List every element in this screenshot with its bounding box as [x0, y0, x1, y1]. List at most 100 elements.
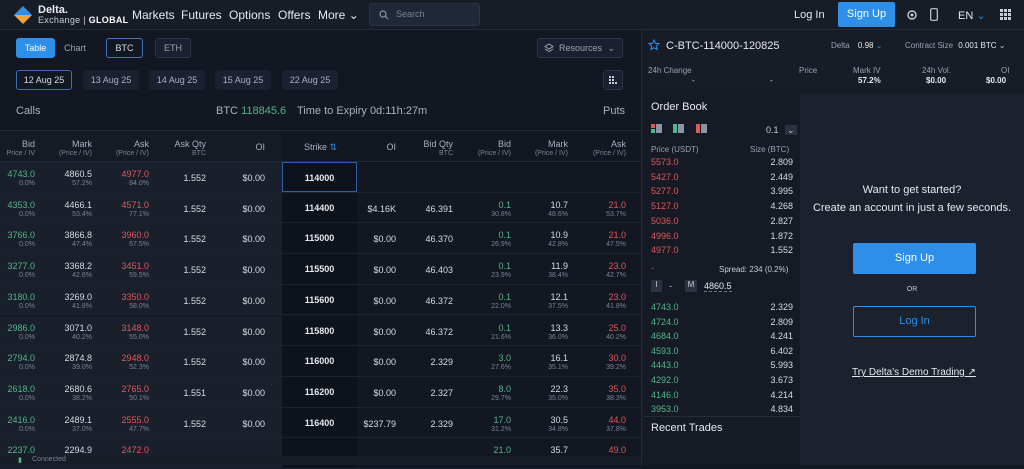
- book-asks-icon[interactable]: [696, 124, 707, 134]
- call-oi-cell[interactable]: $0.00: [242, 173, 265, 183]
- put-bid-cell[interactable]: 0.1 26.9%: [491, 230, 511, 250]
- call-bid-cell[interactable]: 3180.0 0.0%: [7, 292, 35, 312]
- put-bid-cell[interactable]: 17.0 31.2%: [491, 415, 511, 435]
- expiry-date-tab[interactable]: 22 Aug 25: [282, 70, 338, 90]
- expiry-date-tab[interactable]: 12 Aug 25: [16, 70, 72, 90]
- call-ask-qty-cell[interactable]: 1.552: [183, 234, 206, 244]
- table-row[interactable]: 114000 4743.0 0.0% 4860.5 57.2% 4977.0 84.0% 1.…: [0, 162, 641, 193]
- expiry-date-tab[interactable]: 15 Aug 25: [215, 70, 271, 90]
- put-ask-cell[interactable]: 35.0 38.3%: [606, 384, 626, 404]
- call-mark-cell[interactable]: 2680.6 38.2%: [64, 384, 92, 404]
- call-ask-qty-cell[interactable]: 1.552: [183, 296, 206, 306]
- put-ask-cell[interactable]: 21.0 47.5%: [606, 230, 626, 250]
- call-oi-cell[interactable]: $0.00: [242, 357, 265, 367]
- col-strike[interactable]: Strike ⇅: [304, 142, 337, 152]
- put-ask-cell[interactable]: 25.0 40.2%: [606, 323, 626, 343]
- put-oi-cell[interactable]: $0.00: [373, 327, 396, 337]
- put-ask-cell[interactable]: 23.0 42.7%: [606, 261, 626, 281]
- strike-cell[interactable]: 116400: [282, 407, 357, 438]
- col-ask[interactable]: Ask (Price / IV): [116, 139, 149, 159]
- nav-futures[interactable]: Futures: [181, 8, 222, 22]
- put-bid-qty-cell[interactable]: 2.327: [430, 388, 453, 398]
- call-bid-cell[interactable]: 2794.0 0.0%: [7, 353, 35, 373]
- book-both-icon[interactable]: [651, 124, 662, 134]
- call-oi-cell[interactable]: $0.00: [242, 419, 265, 429]
- call-ask-cell[interactable]: 3451.0 59.5%: [121, 261, 149, 281]
- put-bid-cell[interactable]: 0.1 21.6%: [491, 323, 511, 343]
- call-ask-qty-cell[interactable]: 1.552: [183, 173, 206, 183]
- call-mark-cell[interactable]: 3269.0 41.8%: [64, 292, 92, 312]
- call-ask-cell[interactable]: 2472.0: [121, 445, 149, 455]
- call-bid-cell[interactable]: 4353.0 0.0%: [7, 200, 35, 220]
- table-view-button[interactable]: Table: [16, 38, 55, 58]
- put-bid-qty-cell[interactable]: 2.329: [430, 357, 453, 367]
- signup-button[interactable]: Sign Up: [838, 2, 895, 27]
- put-oi-cell[interactable]: $0.00: [373, 357, 396, 367]
- put-bid-cell[interactable]: 0.1 30.8%: [491, 200, 511, 220]
- expiry-date-tab[interactable]: 13 Aug 25: [83, 70, 139, 90]
- put-bid-qty-cell[interactable]: 46.391: [425, 204, 453, 214]
- call-mark-cell[interactable]: 2874.8 39.0%: [64, 353, 92, 373]
- table-row[interactable]: 116200 2618.0 0.0% 2680.6 38.2% 2765.0 50.1% 1.…: [0, 376, 641, 408]
- table-row[interactable]: 115800 2986.0 0.0% 3071.0 40.2% 3148.0 55.0% 1.…: [0, 315, 641, 347]
- call-mark-cell[interactable]: 3866.8 47.4%: [64, 230, 92, 250]
- strike-cell[interactable]: 114000: [282, 162, 357, 192]
- call-oi-cell[interactable]: $0.00: [242, 204, 265, 214]
- table-row[interactable]: 116000 2794.0 0.0% 2874.8 39.0% 2948.0 52.3% 1.…: [0, 346, 641, 377]
- col-bid-qty[interactable]: Bid Qty BTC: [423, 139, 453, 159]
- recent-trades-title[interactable]: Recent Trades: [651, 422, 723, 434]
- table-row[interactable]: 114400 4353.0 0.0% 4466.1 53.4% 4571.0 77.1% 1.…: [0, 192, 641, 224]
- put-mark-cell[interactable]: 30.5 34.8%: [548, 415, 568, 435]
- call-ask-qty-cell[interactable]: 1.552: [183, 419, 206, 429]
- call-ask-cell[interactable]: 4571.0 77.1%: [121, 200, 149, 220]
- put-mark-cell[interactable]: 10.9 42.8%: [548, 230, 568, 250]
- strike-cell[interactable]: 116200: [282, 376, 357, 407]
- call-mark-cell[interactable]: 3368.2 42.6%: [64, 261, 92, 281]
- col-oi-puts[interactable]: OI: [386, 142, 396, 152]
- resources-dropdown[interactable]: Resources ⌄: [537, 38, 623, 58]
- delta-logo-icon[interactable]: [12, 5, 34, 25]
- strike-cell[interactable]: 115800: [282, 315, 357, 346]
- call-ask-qty-cell[interactable]: 1.552: [183, 327, 206, 337]
- column-settings-button[interactable]: [603, 70, 623, 90]
- mobile-app-icon[interactable]: [930, 8, 938, 21]
- strike-cell[interactable]: 114400: [282, 192, 357, 223]
- put-mark-cell[interactable]: 10.7 48.6%: [548, 200, 568, 220]
- call-bid-cell[interactable]: 2618.0 0.0%: [7, 384, 35, 404]
- table-row[interactable]: 115600 3180.0 0.0% 3269.0 41.8% 3350.0 58.0% 1.…: [0, 284, 641, 316]
- nav-offers[interactable]: Offers: [278, 8, 310, 22]
- col-bid-puts[interactable]: Bid (Price / IV): [478, 139, 511, 159]
- put-oi-cell[interactable]: $0.00: [373, 296, 396, 306]
- put-mark-cell[interactable]: 35.7: [550, 445, 568, 455]
- call-bid-cell[interactable]: 2237.0: [7, 445, 35, 455]
- put-bid-cell[interactable]: 0.1 23.9%: [491, 261, 511, 281]
- put-oi-cell[interactable]: $4.16K: [367, 204, 396, 214]
- put-bid-cell[interactable]: 3.0 27.6%: [491, 353, 511, 373]
- cta-login-button[interactable]: Log In: [853, 306, 976, 337]
- call-oi-cell[interactable]: $0.00: [242, 234, 265, 244]
- put-mark-cell[interactable]: 13.3 36.0%: [548, 323, 568, 343]
- call-ask-qty-cell[interactable]: 1.552: [183, 204, 206, 214]
- put-bid-cell[interactable]: 21.0: [493, 445, 511, 455]
- call-ask-qty-cell[interactable]: 1.552: [183, 357, 206, 367]
- chart-view-button[interactable]: Chart: [56, 38, 94, 58]
- put-bid-qty-cell[interactable]: 46.403: [425, 265, 453, 275]
- put-bid-qty-cell[interactable]: 46.372: [425, 296, 453, 306]
- put-bid-qty-cell[interactable]: 46.370: [425, 234, 453, 244]
- nav-markets[interactable]: Markets: [132, 8, 175, 22]
- call-ask-cell[interactable]: 3350.0 58.0%: [121, 292, 149, 312]
- call-mark-cell[interactable]: 4860.5 57.2%: [64, 169, 92, 189]
- call-ask-qty-cell[interactable]: 1.551: [183, 388, 206, 398]
- put-ask-cell[interactable]: 23.0 41.8%: [606, 292, 626, 312]
- put-mark-cell[interactable]: 16.1 35.1%: [548, 353, 568, 373]
- call-oi-cell[interactable]: $0.00: [242, 265, 265, 275]
- call-oi-cell[interactable]: $0.00: [242, 388, 265, 398]
- put-ask-cell[interactable]: 21.0 53.7%: [606, 200, 626, 220]
- col-ask-puts[interactable]: Ask (Price / IV): [593, 139, 626, 159]
- eth-underlying-button[interactable]: ETH: [155, 38, 191, 58]
- col-mark-puts[interactable]: Mark (Price / IV): [535, 139, 568, 159]
- table-row[interactable]: 115500 3277.0 0.0% 3368.2 42.6% 3451.0 59.5% 1.…: [0, 254, 641, 285]
- table-row[interactable]: 116400 2416.0 0.0% 2489.1 37.0% 2555.0 47.7% 1.…: [0, 407, 641, 439]
- nav-options[interactable]: Options: [229, 8, 270, 22]
- put-ask-cell[interactable]: 49.0: [608, 445, 626, 455]
